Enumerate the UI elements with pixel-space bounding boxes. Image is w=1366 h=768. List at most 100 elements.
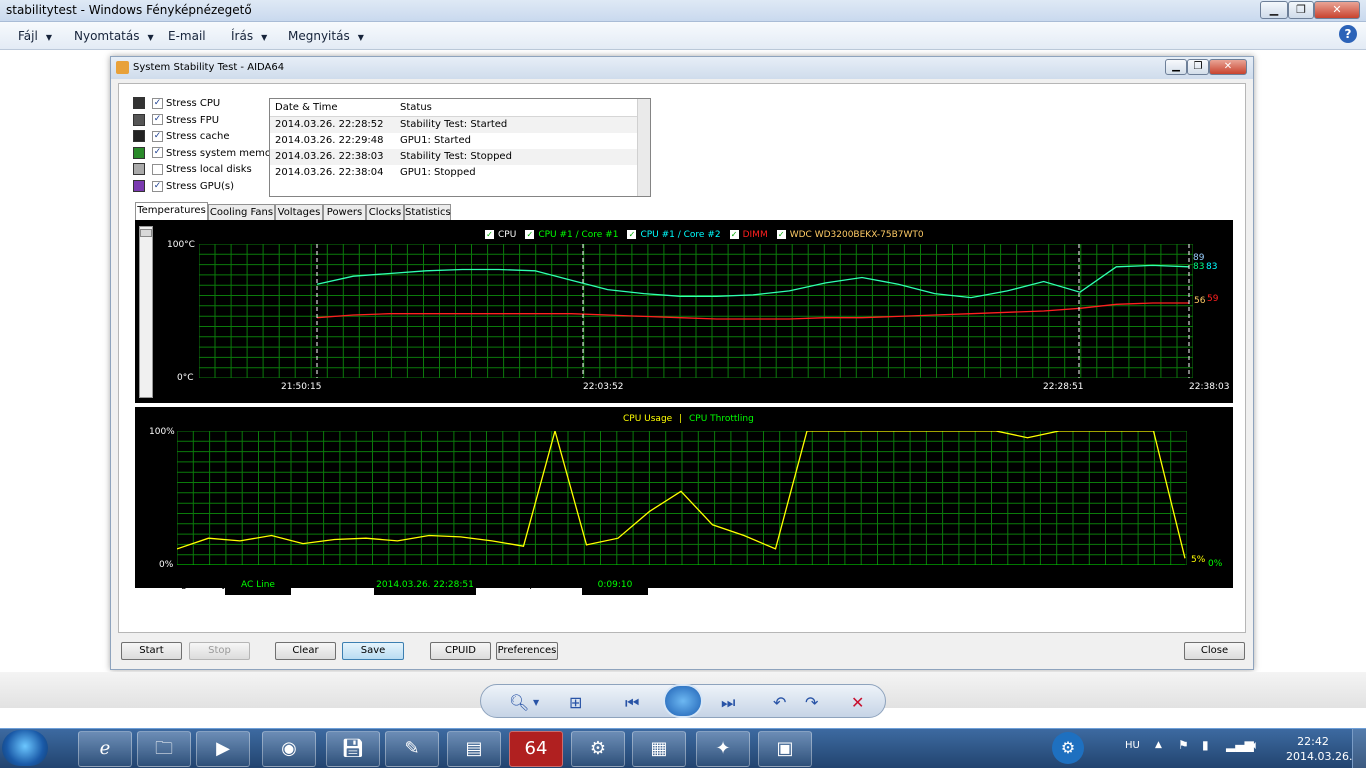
stress-checkbox[interactable]: ✓ xyxy=(152,147,163,159)
legend-checkbox[interactable]: ✓ xyxy=(485,230,494,239)
maximize-button[interactable]: ❐ xyxy=(1288,1,1314,19)
close-window-button[interactable]: ✕ xyxy=(1314,1,1360,19)
grid xyxy=(177,431,1187,565)
rotate-right-icon[interactable]: ↷ xyxy=(805,693,818,712)
temp-end-value-disk: 56 xyxy=(1194,296,1206,306)
tab-voltages[interactable]: Voltages xyxy=(275,204,323,221)
taskbar-photo-viewer-icon[interactable]: ▣ xyxy=(758,731,812,767)
legend-checkbox[interactable]: ✓ xyxy=(776,230,786,239)
volume-muted-icon[interactable]: 🔈︎ xyxy=(1252,738,1259,753)
stop-button[interactable]: Stop xyxy=(189,642,250,660)
scroll-thumb[interactable] xyxy=(140,229,152,237)
taskbar-tool-icon[interactable]: ⚙ xyxy=(571,731,625,767)
slideshow-button[interactable] xyxy=(663,684,703,718)
log-scrollbar[interactable] xyxy=(637,99,650,196)
stress-option[interactable]: ✓ Stress GPU(s) xyxy=(133,180,234,195)
stress-option[interactable]: ✓ Stress cache xyxy=(133,130,230,145)
clock[interactable]: 22:42 2014.03.26. xyxy=(1286,734,1352,764)
zoom-icon[interactable]: 🔍︎ xyxy=(509,693,529,712)
legend-checkbox[interactable]: ✓ xyxy=(729,230,739,239)
start-button-orb[interactable] xyxy=(2,730,48,766)
stress-checkbox[interactable]: ✓ xyxy=(152,130,163,142)
start-button[interactable]: Start xyxy=(121,642,182,660)
cpuid-button[interactable]: CPUID xyxy=(430,642,491,660)
menu-2[interactable]: E-mail xyxy=(168,29,214,43)
component-icon xyxy=(133,130,145,143)
log-header-status: Status xyxy=(400,102,432,113)
log-row: 2014.03.26. 22:38:04 GPU1: Stopped xyxy=(270,165,650,181)
legend-item[interactable]: ✓ WDC WD3200BEKX-75B7WT0 xyxy=(776,230,924,240)
clear-button[interactable]: Clear xyxy=(275,642,336,660)
taskbar-ccleaner-icon[interactable]: ✎ xyxy=(385,731,439,767)
fit-window-icon[interactable]: ⊞ xyxy=(569,693,582,712)
rotate-left-icon[interactable]: ↶ xyxy=(773,693,786,712)
show-desktop-button[interactable] xyxy=(1352,729,1366,768)
power-icon[interactable]: ▮ xyxy=(1202,738,1209,752)
zoom-dropdown-icon[interactable]: ▼ xyxy=(533,698,539,707)
tray-tool-icon[interactable]: ⚙ xyxy=(1052,732,1084,764)
aida-minimize-button[interactable]: ▁ xyxy=(1165,59,1187,75)
stress-option[interactable]: Stress local disks xyxy=(133,163,252,178)
legend-item[interactable]: ✓ CPU #1 / Core #2 xyxy=(627,230,721,240)
elapsed-label: Elapsed Time: xyxy=(514,579,585,590)
stress-option[interactable]: ✓ Stress system memory xyxy=(133,146,281,162)
temp-xtick: 22:03:52 xyxy=(583,382,624,392)
menu-0[interactable]: Fájl ▼ xyxy=(18,29,52,43)
close-button[interactable]: Close xyxy=(1184,642,1245,660)
previous-icon[interactable]: ⏮ xyxy=(625,693,639,713)
tab-cooling-fans[interactable]: Cooling Fans xyxy=(208,204,275,221)
cpu-usage-chart: CPU Usage | CPU Throttling 100% 0% 5% 0% xyxy=(135,407,1233,588)
taskbar-app-icon[interactable]: ✦ xyxy=(696,731,750,767)
legend-cpu-throttling: CPU Throttling xyxy=(689,414,754,424)
save-button[interactable]: Save xyxy=(342,642,404,660)
language-indicator[interactable]: HU xyxy=(1125,740,1140,751)
help-icon[interactable]: ? xyxy=(1339,25,1357,43)
delete-icon[interactable]: ✕ xyxy=(851,693,864,712)
taskbar-explorer-icon[interactable]: 🗀 xyxy=(137,731,191,767)
stress-checkbox[interactable]: ✓ xyxy=(152,180,163,192)
legend-checkbox[interactable]: ✓ xyxy=(525,230,535,239)
legend-item[interactable]: ✓ DIMM xyxy=(729,230,768,240)
menu-label: Írás xyxy=(231,29,254,43)
log-datetime: 2014.03.26. 22:38:04 xyxy=(275,167,384,178)
aida-app-icon xyxy=(116,61,129,74)
preferences-button[interactable]: Preferences xyxy=(496,642,558,660)
taskbar-save-icon[interactable]: 💾︎ xyxy=(326,731,380,767)
next-icon[interactable]: ⏭ xyxy=(721,693,735,713)
taskbar-aida64-icon[interactable]: 64 xyxy=(509,731,563,767)
taskbar-notepad-icon[interactable]: ▤ xyxy=(447,731,501,767)
temperature-chart-scrollbar[interactable] xyxy=(139,226,153,398)
menu-4[interactable]: Megnyitás ▼ xyxy=(288,29,364,43)
taskbar-chrome-icon[interactable]: ◉ xyxy=(262,731,316,767)
taskbar-control-panel-icon[interactable]: ▦ xyxy=(632,731,686,767)
aida-close-button[interactable]: ✕ xyxy=(1209,59,1247,75)
aida-maximize-button[interactable]: ❐ xyxy=(1187,59,1209,75)
legend-item[interactable]: ✓ CPU xyxy=(485,230,516,240)
component-icon xyxy=(133,163,145,176)
battery-label: Remaining Battery: xyxy=(134,579,230,590)
taskbar-media-player-icon[interactable]: ▶ xyxy=(196,731,250,767)
tray-expand-icon[interactable]: ▲ xyxy=(1155,740,1162,750)
menu-label: Megnyitás xyxy=(288,29,350,43)
stress-option[interactable]: ✓ Stress FPU xyxy=(133,113,219,129)
tab-clocks[interactable]: Clocks xyxy=(366,204,404,221)
viewer-menubar: Fájl ▼ Nyomtatás ▼ E-mail Írás ▼ Megnyitás ▼ xyxy=(0,22,1366,50)
legend-item[interactable]: ✓ CPU #1 / Core #1 xyxy=(525,230,618,240)
action-center-flag-icon[interactable]: ⚑ xyxy=(1178,738,1189,752)
legend-checkbox[interactable]: ✓ xyxy=(627,230,637,239)
chevron-down-icon: ▼ xyxy=(147,33,154,42)
minimize-button[interactable]: ▁ xyxy=(1260,1,1288,19)
stress-checkbox[interactable]: ✓ xyxy=(152,114,163,126)
aida-title: System Stability Test - AIDA64 xyxy=(133,62,285,73)
menu-3[interactable]: Írás ▼ xyxy=(231,29,267,43)
stress-checkbox[interactable] xyxy=(152,163,163,175)
network-icon[interactable]: ▂▄▆ xyxy=(1226,738,1254,752)
component-icon xyxy=(133,146,145,159)
tab-powers[interactable]: Powers xyxy=(323,204,366,221)
stress-option[interactable]: ✓ Stress CPU xyxy=(133,97,220,112)
taskbar-ie-icon[interactable]: ℯ xyxy=(78,731,132,767)
tab-temperatures[interactable]: Temperatures xyxy=(135,202,208,222)
stress-checkbox[interactable]: ✓ xyxy=(152,97,163,109)
tab-statistics[interactable]: Statistics xyxy=(404,204,451,221)
menu-1[interactable]: Nyomtatás ▼ xyxy=(74,29,154,43)
